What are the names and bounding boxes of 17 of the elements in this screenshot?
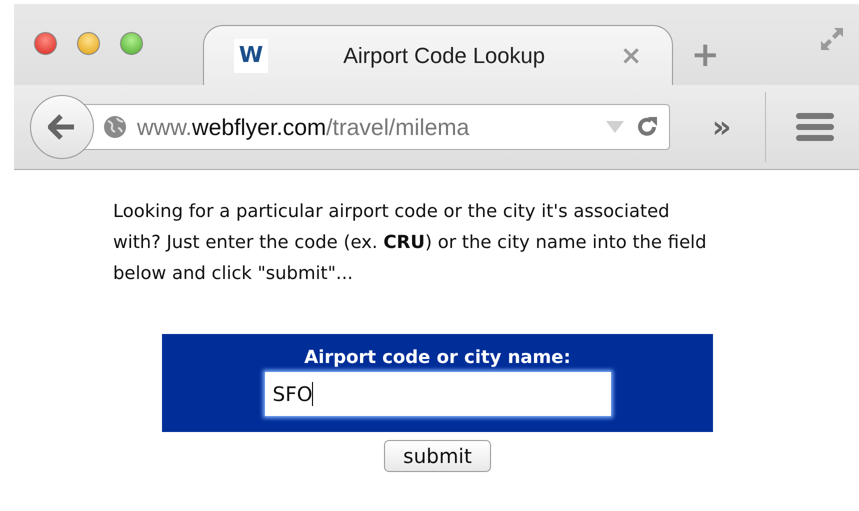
close-window-button[interactable] <box>34 32 57 55</box>
field-label: Airport code or city name: <box>304 346 571 370</box>
zoom-window-button[interactable] <box>120 32 143 55</box>
browser-tab[interactable]: W Airport Code Lookup × <box>203 25 673 85</box>
fullscreen-icon[interactable] <box>819 26 845 52</box>
back-arrow-icon <box>48 114 76 140</box>
menu-icon[interactable] <box>796 112 834 142</box>
submit-button[interactable]: submit <box>384 440 491 472</box>
intro-paragraph: Looking for a particular airport code or the city it's associated with? Just enter the code (ex. CRU) or the city name into the field below and click "submit"... <box>113 200 708 286</box>
minimize-window-button[interactable] <box>77 32 100 55</box>
overflow-button[interactable]: » <box>712 110 732 144</box>
tab-title: Airport Code Lookup <box>342 42 546 68</box>
reload-icon[interactable] <box>635 115 659 139</box>
url-text: www.webflyer.com/travel/milema <box>137 114 470 140</box>
globe-icon <box>103 115 127 139</box>
site-favicon: W <box>234 38 268 72</box>
airport-code-field[interactable]: SFO <box>264 372 610 416</box>
